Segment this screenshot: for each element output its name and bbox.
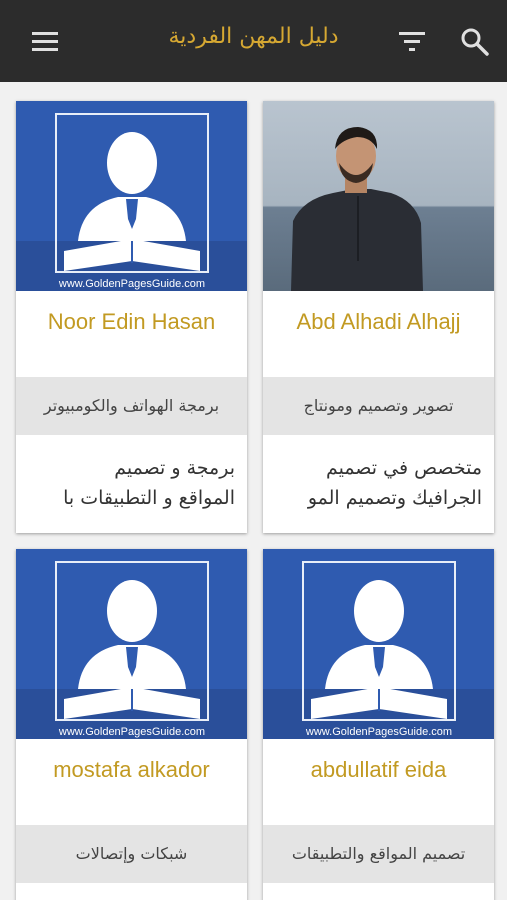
filter-icon	[399, 32, 425, 51]
placeholder-avatar: www.GoldenPagesGuide.com	[263, 549, 494, 739]
professional-name: Noor Edin Hasan	[47, 309, 216, 334]
professional-description: متخصص في تصميم الجرافيك وتصميم المو	[263, 435, 494, 531]
professional-name: abdullatif eida	[310, 757, 447, 782]
profile-photo	[263, 101, 494, 291]
professional-description: برمجة و تصميم المواقع و التطبيقات با	[16, 435, 247, 531]
placeholder-avatar: www.GoldenPagesGuide.com	[16, 549, 247, 739]
professional-specialty: برمجة الهواتف والكومبيوتر	[16, 377, 247, 435]
professional-card[interactable]: www.GoldenPagesGuide.com abdullatif eida…	[263, 549, 494, 900]
description-line: الجرافيك وتصميم المو	[307, 487, 482, 509]
professional-card[interactable]: Abd Alhadi Alhajj تصوير وتصميم ومونتاج م…	[263, 101, 494, 533]
professionals-grid: Abd Alhadi Alhajj تصوير وتصميم ومونتاج م…	[0, 82, 507, 900]
placeholder-site-text: www.GoldenPagesGuide.com	[58, 278, 205, 290]
professional-specialty: شبكات وإتصالات	[16, 825, 247, 883]
description-line: متخصص في تصميم	[325, 457, 482, 479]
placeholder-avatar: www.GoldenPagesGuide.com	[16, 101, 247, 291]
description-line: برمجة و تصميم	[114, 457, 235, 479]
search-button[interactable]	[456, 22, 496, 62]
placeholder-site-text: www.GoldenPagesGuide.com	[305, 726, 452, 738]
app-bar: دليل المهن الفردية	[0, 0, 507, 82]
filter-button[interactable]	[395, 22, 435, 62]
professional-card[interactable]: www.GoldenPagesGuide.com Noor Edin Hasan…	[16, 101, 247, 533]
professional-specialty: تصوير وتصميم ومونتاج	[263, 377, 494, 435]
professional-card[interactable]: www.GoldenPagesGuide.com mostafa alkador…	[16, 549, 247, 900]
professional-name: mostafa alkador	[53, 757, 210, 782]
description-line: المواقع و التطبيقات با	[63, 487, 235, 509]
placeholder-site-text: www.GoldenPagesGuide.com	[58, 726, 205, 738]
professional-specialty: تصميم المواقع والتطبيقات	[263, 825, 494, 883]
search-icon	[461, 28, 489, 56]
professional-name: Abd Alhadi Alhajj	[296, 309, 461, 334]
